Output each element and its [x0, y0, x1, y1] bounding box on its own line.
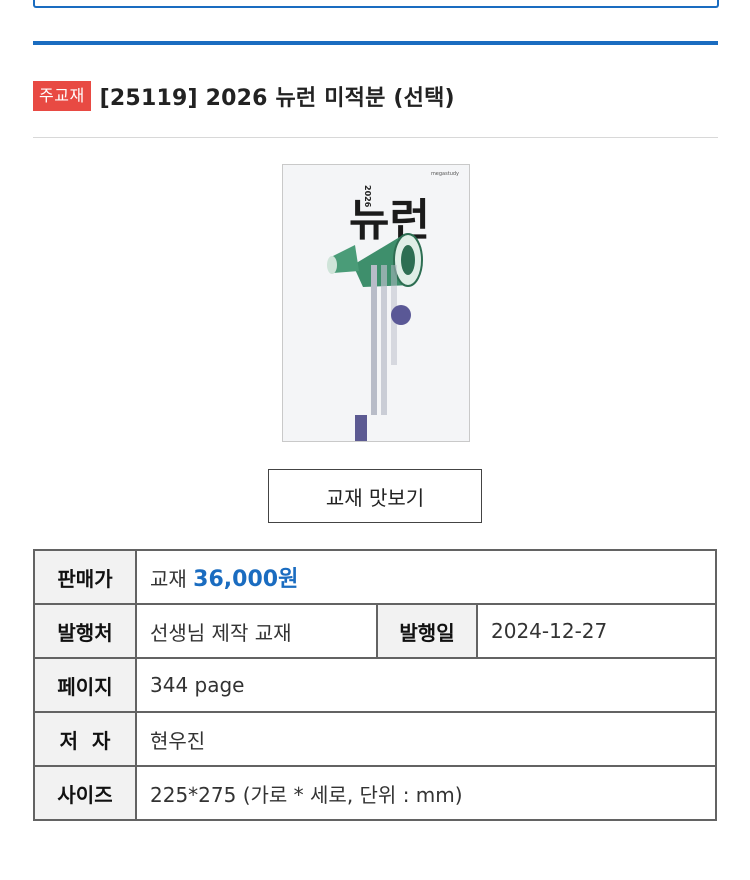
title-divider	[33, 137, 718, 138]
main-textbook-badge: 주교재	[33, 81, 91, 111]
top-box-frame	[33, 0, 719, 8]
author-label: 저 자	[33, 711, 137, 767]
product-info-table: 판매가 교재 36,000원 발행처 선생님 제작 교재 발행일 2024-12…	[33, 549, 717, 821]
table-row: 사이즈 225*275 (가로 * 세로, 단위 : mm)	[33, 765, 717, 821]
cover-spine-strip	[355, 415, 367, 441]
book-cover-image: megastudy 2026 뉴런	[282, 164, 470, 442]
publisher-label: 발행처	[33, 603, 137, 659]
cover-text-column	[381, 265, 387, 415]
pages-value: 344 page	[135, 657, 717, 713]
price-prefix: 교재	[150, 567, 187, 591]
table-row: 저 자 현우진	[33, 711, 717, 767]
product-title: [25119] 2026 뉴런 미적분 (선택)	[99, 86, 455, 111]
author-value: 현우진	[135, 711, 717, 767]
notice-text-clipped	[33, 866, 723, 880]
cover-publisher: megastudy	[430, 171, 459, 177]
cover-subject-disc	[391, 305, 411, 325]
price-cell: 교재 36,000원	[135, 549, 717, 605]
size-label: 사이즈	[33, 765, 137, 821]
price-label: 판매가	[33, 549, 137, 605]
publish-date-value: 2024-12-27	[476, 603, 717, 659]
pages-label: 페이지	[33, 657, 137, 713]
publish-date-label: 발행일	[376, 603, 478, 659]
price-value: 36,000원	[193, 567, 299, 592]
product-title-row: 주교재 [25119] 2026 뉴런 미적분 (선택)	[33, 80, 455, 112]
size-value: 225*275 (가로 * 세로, 단위 : mm)	[135, 765, 717, 821]
table-row: 판매가 교재 36,000원	[33, 549, 717, 605]
publisher-value: 선생님 제작 교재	[135, 603, 378, 659]
table-row: 페이지 344 page	[33, 657, 717, 713]
cover-text-column	[371, 265, 377, 415]
textbook-preview-button[interactable]: 교재 맛보기	[268, 469, 482, 523]
section-divider	[33, 41, 718, 45]
table-row: 발행처 선생님 제작 교재 발행일 2024-12-27	[33, 603, 717, 659]
